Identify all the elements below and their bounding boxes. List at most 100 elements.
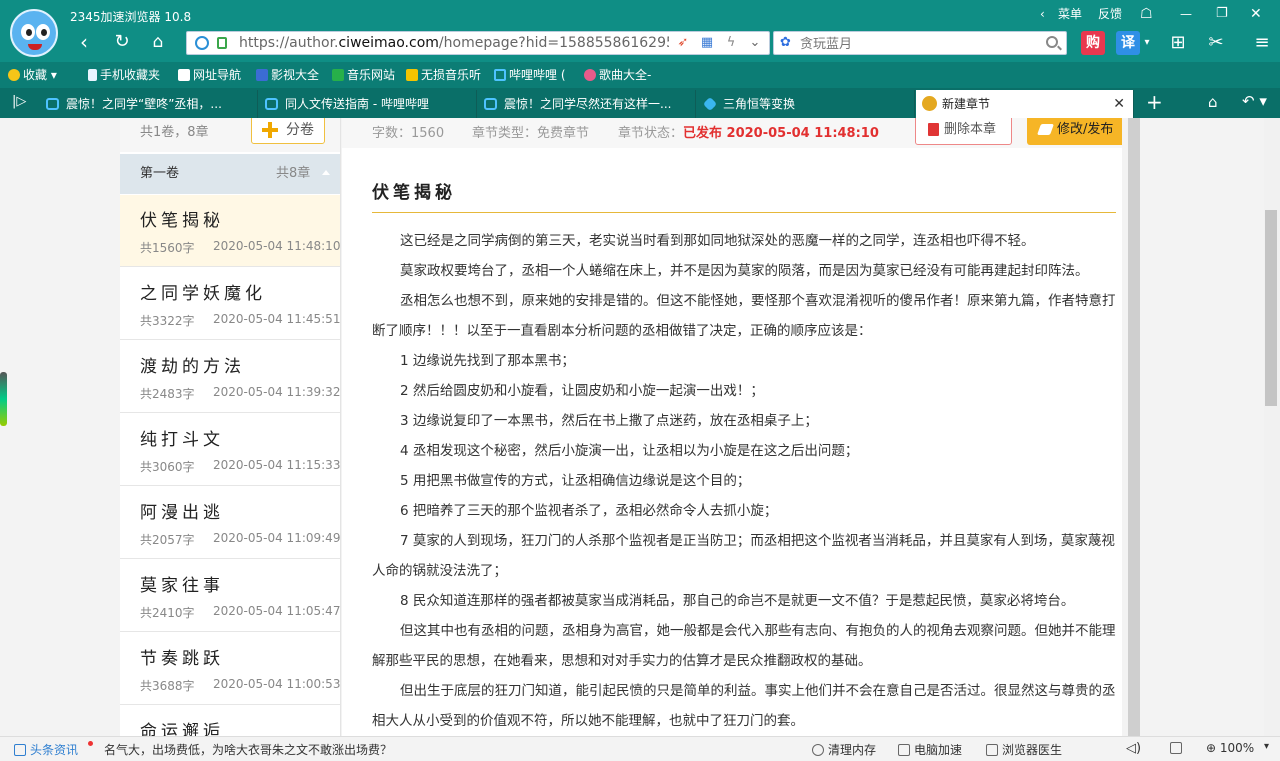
qrcode-icon[interactable]: ▦ xyxy=(699,35,715,51)
rocket-icon[interactable]: ➶ xyxy=(675,35,691,51)
volume-chapter-count: 共8章 xyxy=(276,166,311,181)
feedback-button[interactable]: 反馈 xyxy=(1098,4,1122,24)
volume-summary: 共1卷，8章 分卷 xyxy=(120,118,340,152)
tab-3[interactable]: 震惊！之同学尽然还有这样一... xyxy=(478,90,696,118)
status-badge: 已发布 2020-05-04 11:48:10 xyxy=(683,126,879,141)
volume-header[interactable]: 第一卷 共8章 xyxy=(120,154,340,194)
search-input[interactable] xyxy=(800,35,1040,51)
heading-divider xyxy=(372,212,1116,213)
hedgehog-icon xyxy=(922,96,937,111)
window-icon[interactable] xyxy=(1170,741,1186,755)
bookmark-favorites[interactable]: 收藏 ▾ xyxy=(8,67,57,83)
volume-icon[interactable]: ◁) xyxy=(1126,741,1141,756)
chapter-item[interactable]: 命运邂逅 xyxy=(120,706,340,736)
chapter-item[interactable]: 之同学妖魔化 共3322字 2020-05-04 11:45:51 xyxy=(120,268,340,340)
chapter-content[interactable]: 这已经是之同学病倒的第三天，老实说当时看到那如同地狱深处的恶魔一样的之同学，连丞… xyxy=(372,226,1116,736)
status-bar: 头条资讯 名气大，出场费低，为啥大衣哥朱之文不敢涨出场费？ 清理内存 电脑加速 … xyxy=(0,736,1280,761)
url-text[interactable]: https://author.ciweimao.com/homepage?hid… xyxy=(239,35,669,51)
lossless-icon xyxy=(406,69,418,81)
bookmark-songs[interactable]: 歌曲大全- xyxy=(584,67,651,83)
bag-icon[interactable]: ⌂ xyxy=(1208,93,1218,111)
page-viewport: 共1卷，8章 分卷 第一卷 共8章 伏笔揭秘 共1560字 2020-05-04 1… xyxy=(0,118,1280,736)
paragraph: 莫家政权要垮台了，丞相一个人蜷缩在床上，并不是因为莫家的陨落，而是因为莫家已经没… xyxy=(400,263,1089,279)
speedup-icon xyxy=(898,744,910,756)
chevron-down-icon[interactable]: ⌄ xyxy=(747,35,763,51)
tab-1[interactable]: 震惊！之同学“壁咚”丞相，... xyxy=(40,90,258,118)
chapter-title: 莫家往事 xyxy=(140,576,224,596)
paragraph: 1 边缘说先找到了那本黑书； xyxy=(400,353,575,369)
close-tab-icon[interactable]: ✕ xyxy=(1113,90,1125,118)
maximize-button[interactable]: ❐ xyxy=(1216,4,1228,24)
bookmark-video[interactable]: 影视大全 xyxy=(256,67,319,83)
scrollbar-thumb[interactable] xyxy=(1265,210,1277,406)
bilibili-icon xyxy=(484,98,497,110)
bilibili-icon xyxy=(494,69,506,81)
lightning-icon[interactable]: ϟ xyxy=(723,35,739,51)
back-button[interactable]: ‹ xyxy=(72,30,96,54)
search-icon[interactable] xyxy=(1046,36,1058,48)
translate-dropdown-icon[interactable]: ▾ xyxy=(1141,31,1153,55)
bookmark-nav[interactable]: 网址导航 xyxy=(178,67,241,83)
chapter-title: 纯打斗文 xyxy=(140,430,224,450)
shield-icon xyxy=(195,36,209,50)
zoom-dropdown-icon[interactable]: ▾ xyxy=(1264,741,1269,752)
edit-publish-button[interactable]: 修改/发布 xyxy=(1027,118,1122,145)
tab-2[interactable]: 同人文传送指南 - 哔哩哔哩 xyxy=(259,90,477,118)
chapter-item[interactable]: 伏笔揭秘 共1560字 2020-05-04 11:48:10 xyxy=(120,195,341,267)
doctor-icon xyxy=(986,744,998,756)
zoom-control[interactable]: ⊕ 100% xyxy=(1206,741,1254,755)
edit-icon xyxy=(1036,124,1055,135)
search-box[interactable]: ✿ xyxy=(773,31,1067,55)
browser-doctor-button[interactable]: 浏览器医生 xyxy=(986,741,1062,758)
address-bar[interactable]: https://author.ciweimao.com/homepage?hid… xyxy=(186,31,770,55)
chapter-words: 共2483字 xyxy=(140,387,195,401)
paragraph: 8 民众知道连那样的强者都被莫家当成消耗品，那自己的命岂不是就更一文不值？于是惹… xyxy=(400,593,1075,609)
bookmark-bilibili[interactable]: 哔哩哔哩 ( xyxy=(494,67,566,83)
skin-icon[interactable]: ☖ xyxy=(1140,4,1153,24)
shopping-button[interactable]: 购 xyxy=(1081,31,1105,55)
bookmark-lossless[interactable]: 无损音乐听 xyxy=(406,67,481,83)
apps-icon[interactable]: ⊞ xyxy=(1166,31,1190,55)
chapter-title: 之同学妖魔化 xyxy=(140,284,266,304)
sidebar-toggle-icon[interactable]: |▷ xyxy=(12,94,26,109)
pc-speedup-button[interactable]: 电脑加速 xyxy=(898,741,962,758)
minimize-button[interactable]: — xyxy=(1180,4,1192,24)
chapter-title: 伏笔揭秘 xyxy=(140,211,224,231)
clean-memory-button[interactable]: 清理内存 xyxy=(812,741,876,758)
refresh-button[interactable]: ↻ xyxy=(110,30,134,54)
paragraph: 这已经是之同学病倒的第三天，老实说当时看到那如同地狱深处的恶魔一样的之同学，连丞… xyxy=(400,233,1035,249)
song-icon xyxy=(584,69,596,81)
news-headline[interactable]: 名气大，出场费低，为啥大衣哥朱之文不敢涨出场费？ xyxy=(104,741,392,758)
menu-button[interactable]: 菜单 xyxy=(1058,4,1082,24)
home-button[interactable]: ⌂ xyxy=(146,30,170,54)
undo-icon[interactable]: ↶ ▾ xyxy=(1242,92,1267,110)
chapter-words: 共3688字 xyxy=(140,679,195,693)
chapter-title: 阿漫出逃 xyxy=(140,503,224,523)
more-menu-icon[interactable]: ≡ xyxy=(1250,31,1274,55)
browser-logo-icon[interactable] xyxy=(10,9,58,57)
bookmark-mobile[interactable]: 手机收藏夹 xyxy=(88,67,160,83)
chapter-item[interactable]: 渡劫的方法 共2483字 2020-05-04 11:39:32 xyxy=(120,341,340,413)
tab-new-chapter[interactable]: 新建章节 ✕ xyxy=(916,90,1134,118)
side-panel-handle[interactable] xyxy=(0,372,7,426)
editor-scrollbar[interactable] xyxy=(1128,118,1140,736)
chapter-item[interactable]: 节奏跳跃 共3688字 2020-05-04 11:00:53 xyxy=(120,633,340,705)
split-volume-button[interactable]: 分卷 xyxy=(251,118,325,144)
word-count: 字数：1560 xyxy=(372,126,445,141)
chapter-item[interactable]: 阿漫出逃 共2057字 2020-05-04 11:09:49 xyxy=(120,487,340,559)
chapter-title: 渡劫的方法 xyxy=(140,357,245,377)
translate-button[interactable]: 译 xyxy=(1116,31,1140,55)
bookmark-music[interactable]: 音乐网站 xyxy=(332,67,395,83)
delete-chapter-button[interactable]: 删除本章 xyxy=(915,118,1012,145)
chapter-item[interactable]: 纯打斗文 共3060字 2020-05-04 11:15:33 xyxy=(120,414,340,486)
caret-up-icon[interactable] xyxy=(322,170,330,175)
close-window-button[interactable]: ✕ xyxy=(1250,4,1262,24)
chapter-item[interactable]: 莫家往事 共2410字 2020-05-04 11:05:47 xyxy=(120,560,340,632)
news-button[interactable]: 头条资讯 xyxy=(14,741,78,758)
new-tab-button[interactable]: + xyxy=(1146,90,1163,114)
menu-chevron-icon[interactable]: ‹ xyxy=(1040,4,1045,24)
chapter-date: 2020-05-04 11:48:10 xyxy=(213,239,341,253)
tools-icon[interactable]: ✂ xyxy=(1204,31,1228,55)
page-scrollbar[interactable] xyxy=(1264,118,1280,736)
tab-4[interactable]: 三角恒等变换 xyxy=(697,90,915,118)
